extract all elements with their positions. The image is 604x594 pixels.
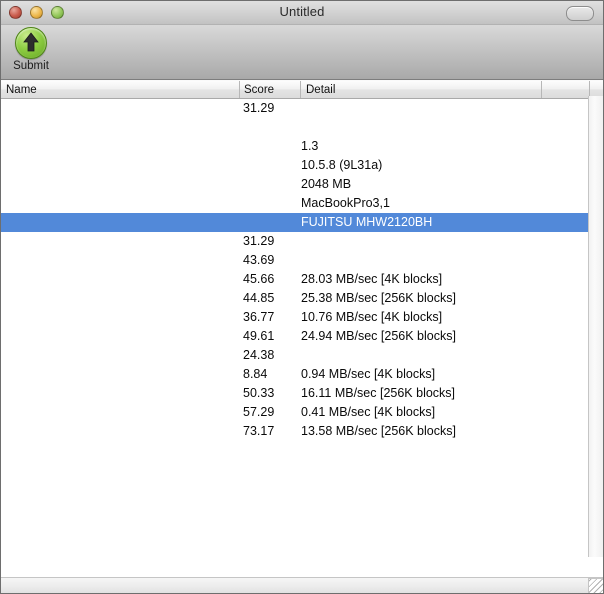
column-header-detail[interactable]: Detail xyxy=(301,82,541,98)
results-outline-view[interactable]: Results31.29System InfoXbench Version1.3… xyxy=(1,99,603,560)
outline-row-detail-cell: 25.38 MB/sec [256K blocks] xyxy=(301,291,456,305)
column-divider-1[interactable] xyxy=(239,81,240,98)
upload-arrow-glyph xyxy=(23,32,39,52)
outline-row-detail-cell: 1.3 xyxy=(301,139,319,153)
outline-row-detail-cell: 10.5.8 (9L31a) xyxy=(301,158,383,172)
outline-row-detail-cell: 16.11 MB/sec [256K blocks] xyxy=(301,386,456,400)
outline-row[interactable]: Uncached Write45.6628.03 MB/sec [4K bloc… xyxy=(1,270,603,289)
column-divider-2[interactable] xyxy=(300,81,301,98)
outline-row-score-cell: 36.77 xyxy=(243,310,275,324)
outline-row-detail-cell: 0.41 MB/sec [4K blocks] xyxy=(301,405,436,419)
outline-row-score-cell: 50.33 xyxy=(243,386,275,400)
outline-row-detail-cell: 24.94 MB/sec [256K blocks] xyxy=(301,329,456,343)
outline-row-score-cell: 31.29 xyxy=(243,101,275,115)
column-header-name[interactable]: Name xyxy=(1,82,239,98)
outline-row[interactable]: Uncached Write8.840.94 MB/sec [4K blocks… xyxy=(1,365,603,384)
outline-row-score-cell: 73.17 xyxy=(243,424,275,438)
outline-row[interactable]: Physical RAM2048 MB xyxy=(1,175,603,194)
submit-button[interactable]: Submit xyxy=(6,27,56,72)
column-header-score[interactable]: Score xyxy=(239,82,301,98)
outline-row[interactable]: Disk Test31.29 xyxy=(1,232,603,251)
window-title: Untitled xyxy=(279,4,325,19)
outline-row[interactable]: Uncached Read57.290.41 MB/sec [4K blocks… xyxy=(1,403,603,422)
outline-row-score-cell: 49.61 xyxy=(243,329,275,343)
outline-row-score-cell: 8.84 xyxy=(243,367,268,381)
column-header-extra[interactable] xyxy=(541,82,589,98)
outline-row-detail-cell: MacBookPro3,1 xyxy=(301,196,390,210)
outline-row-score-cell: 45.66 xyxy=(243,272,275,286)
outline-row-detail-cell: 2048 MB xyxy=(301,177,352,191)
outline-row[interactable]: Uncached Read73.1713.58 MB/sec [256K blo… xyxy=(1,422,603,441)
outline-row[interactable]: Random24.38 xyxy=(1,346,603,365)
outline-row-score-cell: 24.38 xyxy=(243,348,275,362)
outline-row[interactable]: Results31.29 xyxy=(1,99,603,118)
vertical-scrollbar[interactable] xyxy=(588,96,603,557)
outline-row[interactable]: Uncached Read49.6124.94 MB/sec [256K blo… xyxy=(1,327,603,346)
outline-row-score-cell: 31.29 xyxy=(243,234,275,248)
column-header-bar: Name Score Detail xyxy=(1,80,603,99)
outline-row-score-cell: 57.29 xyxy=(243,405,275,419)
toolbar-toggle-button[interactable] xyxy=(566,6,594,21)
window-toolbar: Submit xyxy=(1,25,603,80)
horizontal-scrollbar[interactable] xyxy=(1,577,603,593)
outline-row[interactable]: Drive TypeFUJITSU MHW2120BH xyxy=(1,213,603,232)
outline-row-detail-cell: 10.76 MB/sec [4K blocks] xyxy=(301,310,443,324)
outline-row-score-cell: 44.85 xyxy=(243,291,275,305)
outline-row[interactable]: Sequential43.69 xyxy=(1,251,603,270)
outline-row-detail-cell: FUJITSU MHW2120BH xyxy=(301,215,433,229)
outline-row[interactable]: ModelMacBookPro3,1 xyxy=(1,194,603,213)
outline-row-detail-cell: 13.58 MB/sec [256K blocks] xyxy=(301,424,456,438)
outline-row[interactable]: Uncached Write50.3316.11 MB/sec [256K bl… xyxy=(1,384,603,403)
outline-row[interactable]: System Info xyxy=(1,118,603,137)
outline-row-score-cell: 43.69 xyxy=(243,253,275,267)
window-resize-grip[interactable] xyxy=(588,578,603,593)
submit-button-label: Submit xyxy=(13,60,49,72)
outline-row[interactable]: Xbench Version1.3 xyxy=(1,137,603,156)
column-divider-3[interactable] xyxy=(541,81,542,98)
outline-row[interactable]: Uncached Read36.7710.76 MB/sec [4K block… xyxy=(1,308,603,327)
upload-arrow-icon xyxy=(15,27,47,59)
outline-row-detail-cell: 0.94 MB/sec [4K blocks] xyxy=(301,367,436,381)
outline-row-detail-cell: 28.03 MB/sec [4K blocks] xyxy=(301,272,443,286)
app-window: Untitled Submit Name Score Detail Result… xyxy=(0,0,604,594)
outline-row[interactable]: System Version10.5.8 (9L31a) xyxy=(1,156,603,175)
window-titlebar: Untitled xyxy=(1,1,603,25)
outline-row[interactable]: Uncached Write44.8525.38 MB/sec [256K bl… xyxy=(1,289,603,308)
